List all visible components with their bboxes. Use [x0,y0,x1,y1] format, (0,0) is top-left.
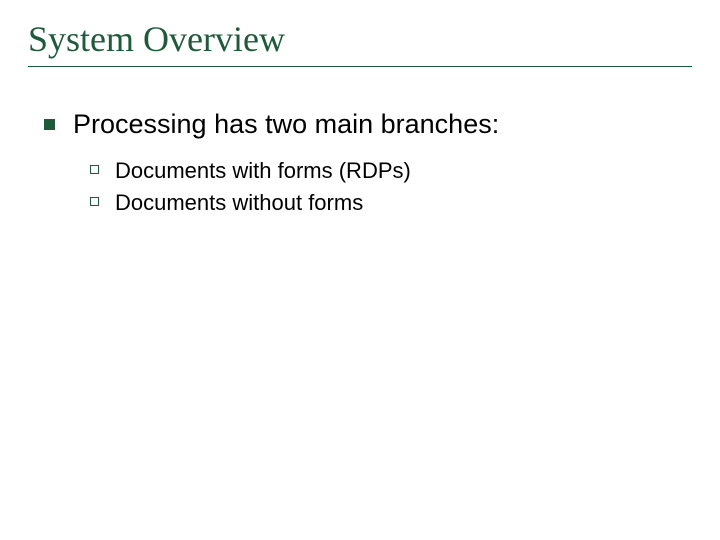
sub-bullet-text: Documents with forms (RDPs) [115,158,411,184]
title-row: System Overview [28,18,692,67]
slide-title: System Overview [28,18,692,60]
outline-square-bullet-icon [90,197,99,206]
sub-bullet-item: Documents with forms (RDPs) [90,158,692,184]
sub-bullet-text: Documents without forms [115,190,363,216]
sub-bullet-item: Documents without forms [90,190,692,216]
filled-square-bullet-icon [44,119,55,130]
sub-bullet-list: Documents with forms (RDPs) Documents wi… [90,158,692,216]
outline-square-bullet-icon [90,165,99,174]
main-bullet-item: Processing has two main branches: [44,109,692,140]
slide: System Overview Processing has two main … [0,0,720,540]
main-bullet-text: Processing has two main branches: [73,109,499,140]
